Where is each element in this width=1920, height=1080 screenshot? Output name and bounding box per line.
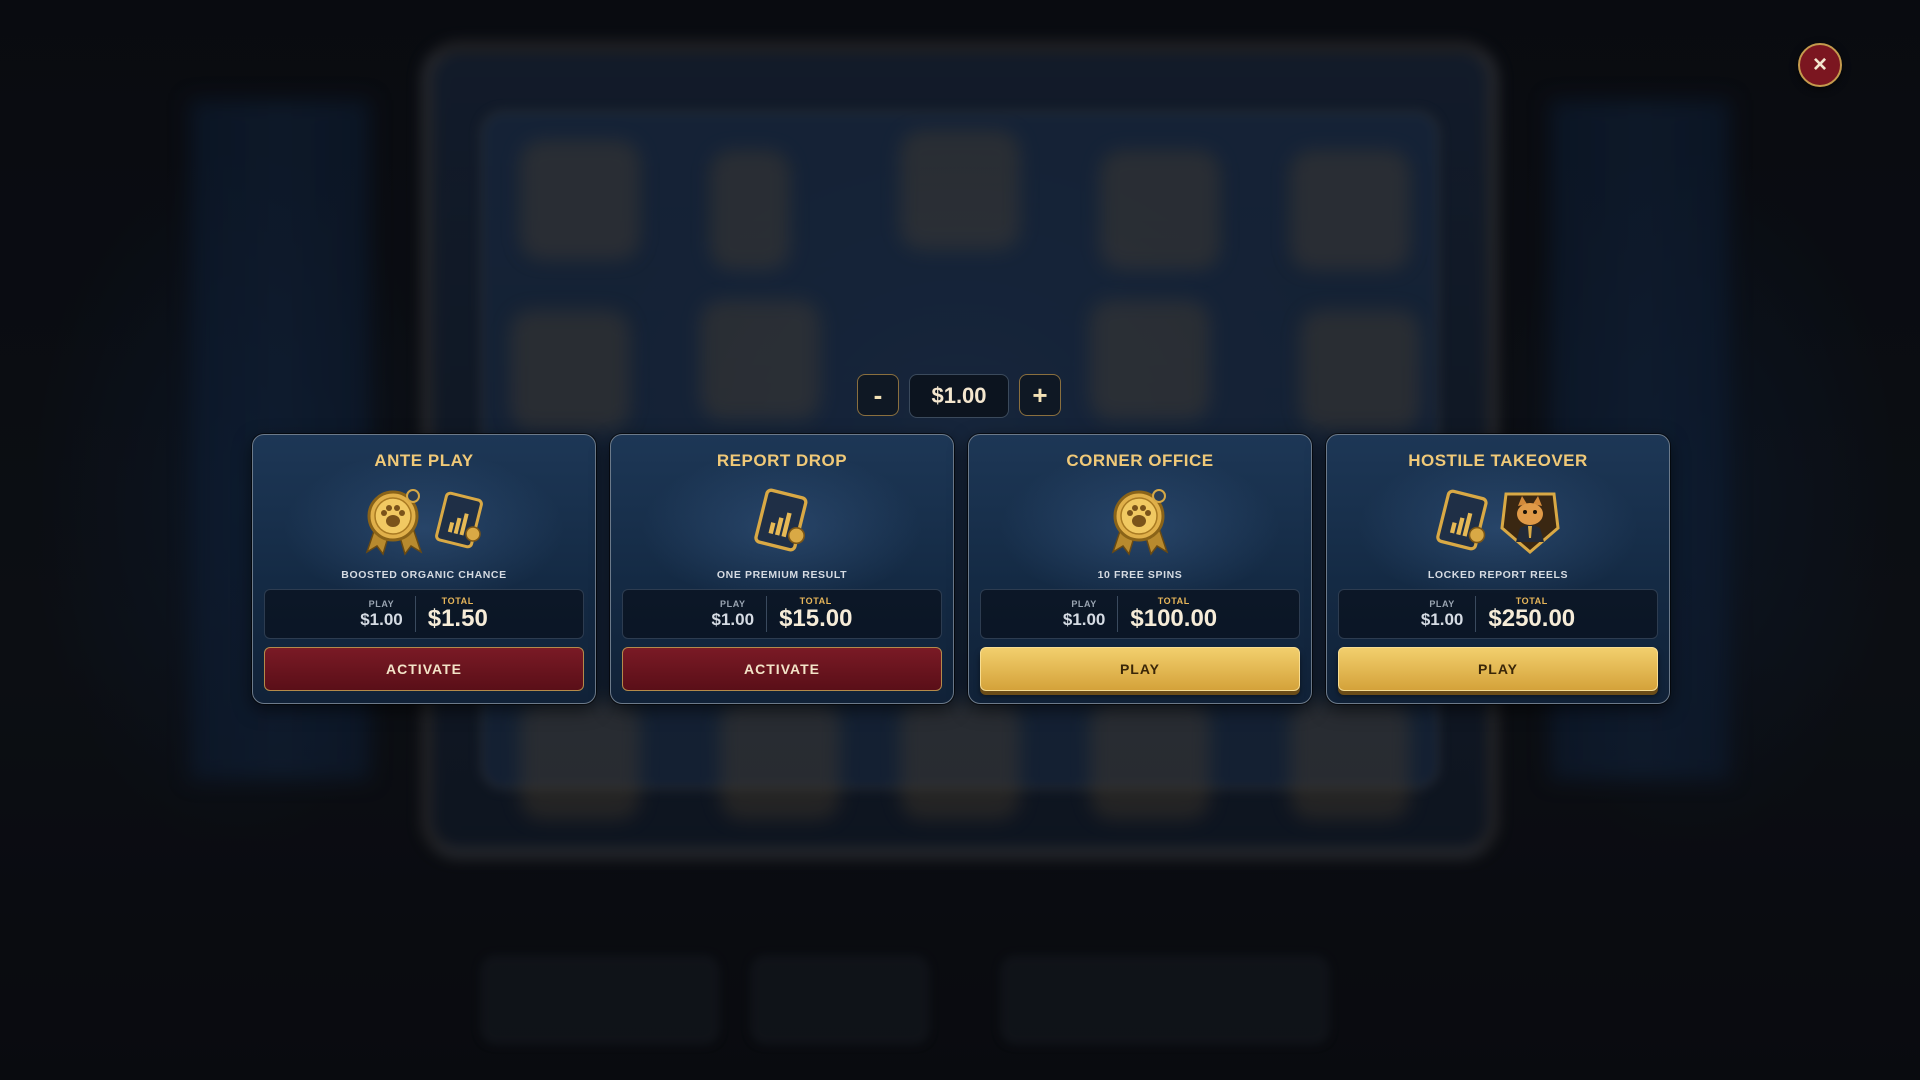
card-icons: [969, 483, 1311, 557]
increase-bet-button[interactable]: +: [1019, 374, 1061, 416]
card-description: LOCKED REPORT REELS: [1427, 569, 1569, 581]
bet-stepper: - $1.00 +: [857, 374, 1061, 418]
price-box: PLAY $1.00 TOTAL $15.00: [622, 589, 942, 639]
card-title: ANTE PLAY: [374, 451, 474, 470]
total-value: $15.00: [779, 604, 853, 632]
play-value: $1.00: [711, 609, 755, 629]
bet-value: $1.00: [909, 374, 1009, 418]
feature-card-report-drop: REPORT DROP ONE PREMIUM RESULT PLAY $1.0…: [610, 434, 954, 704]
feature-card-hostile-takeover: HOSTILE TAKEOVER LOCKED REPORT REELS PLA…: [1326, 434, 1670, 704]
play-value: $1.00: [1062, 609, 1106, 629]
play-label: PLAY: [720, 598, 746, 609]
play-button[interactable]: PLAY: [980, 647, 1300, 691]
close-icon: ×: [1812, 51, 1827, 78]
card-description: 10 FREE SPINS: [1097, 569, 1183, 581]
play-label: PLAY: [1071, 598, 1097, 609]
price-box: PLAY $1.00 TOTAL $1.50: [264, 589, 584, 639]
total-value: $1.50: [427, 604, 488, 632]
play-value: $1.00: [1420, 609, 1464, 629]
feature-card-corner-office: CORNER OFFICE 10 FREE SPINS PLAY $1.00 T…: [968, 434, 1312, 704]
paw-medal-icon: [1111, 489, 1169, 556]
feature-cards: ANTE PLAY BOOSTED ORGANIC CHANCE PLAY $1…: [252, 434, 1670, 704]
paw-medal-icon: [365, 489, 423, 556]
decrease-bet-button[interactable]: -: [857, 374, 899, 416]
cat-boss-portrait-icon: [1500, 492, 1560, 554]
play-label: PLAY: [1429, 598, 1455, 609]
report-chart-icon: [754, 488, 808, 552]
price-box: PLAY $1.00 TOTAL $100.00: [980, 589, 1300, 639]
card-icons: [253, 483, 595, 557]
card-icons: [1327, 483, 1669, 557]
total-value: $100.00: [1130, 604, 1218, 632]
report-chart-icon: [435, 491, 483, 549]
close-button[interactable]: ×: [1798, 43, 1842, 87]
card-description: BOOSTED ORGANIC CHANCE: [341, 569, 507, 581]
report-chart-icon: [1436, 489, 1488, 551]
activate-button[interactable]: ACTIVATE: [264, 647, 584, 691]
card-title: HOSTILE TAKEOVER: [1408, 451, 1588, 470]
card-title: CORNER OFFICE: [1066, 451, 1214, 470]
feature-card-ante-play: ANTE PLAY BOOSTED ORGANIC CHANCE PLAY $1…: [252, 434, 596, 704]
activate-button[interactable]: ACTIVATE: [622, 647, 942, 691]
play-label: PLAY: [368, 598, 395, 609]
play-button[interactable]: PLAY: [1338, 647, 1658, 691]
play-value: $1.00: [360, 609, 403, 629]
card-title: REPORT DROP: [716, 451, 848, 470]
price-box: PLAY $1.00 TOTAL $250.00: [1338, 589, 1658, 639]
card-icons: [611, 483, 953, 557]
card-description: ONE PREMIUM RESULT: [716, 569, 848, 581]
total-value: $250.00: [1488, 604, 1576, 632]
